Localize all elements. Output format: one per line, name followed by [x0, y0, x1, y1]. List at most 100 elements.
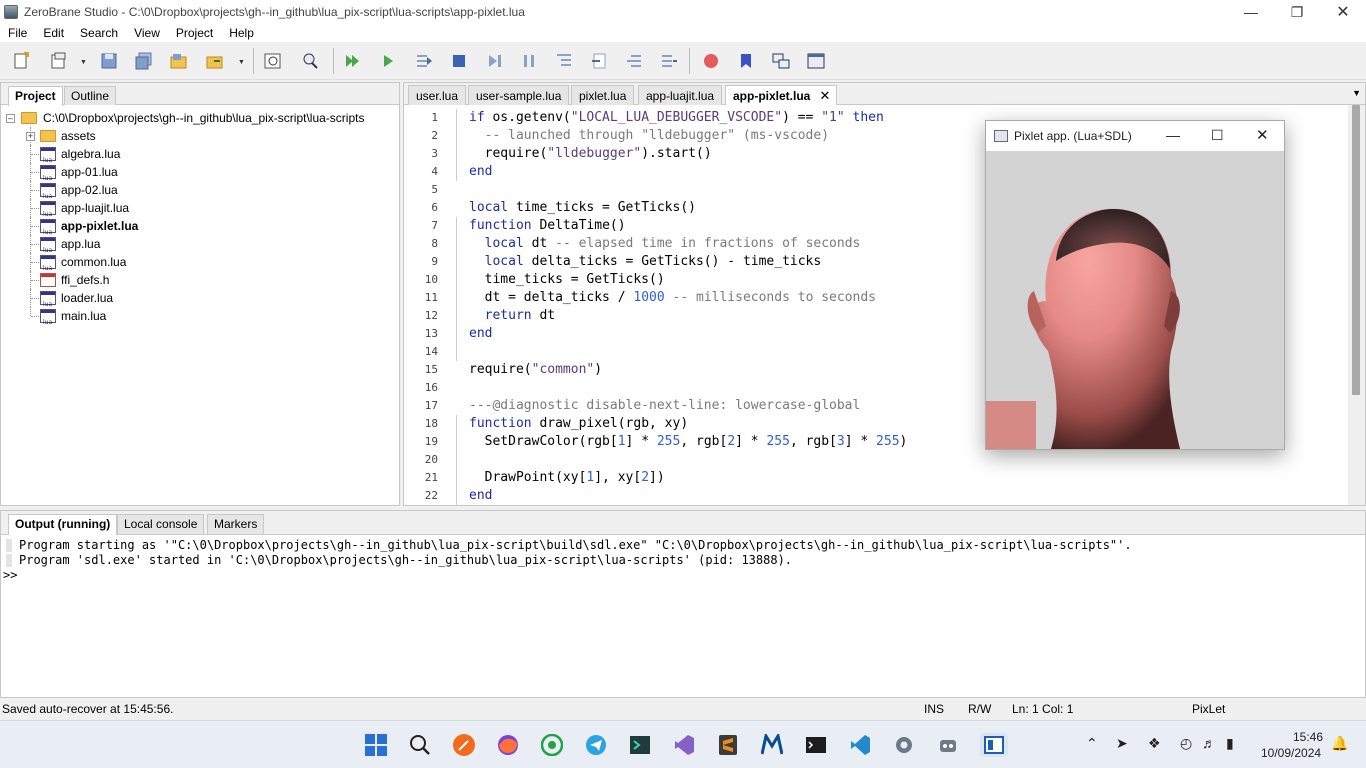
sublime-icon[interactable]: [716, 733, 740, 757]
tree-file[interactable]: lua app-luajit.lua: [1, 199, 399, 218]
save-icon[interactable]: [99, 51, 119, 71]
pause-icon[interactable]: [519, 51, 539, 71]
line-number[interactable]: 16: [404, 379, 438, 397]
pen-app-icon[interactable]: [452, 733, 476, 757]
line-number[interactable]: 4: [404, 163, 438, 181]
terminal-app-icon[interactable]: [628, 733, 652, 757]
tree-file[interactable]: ffi_defs.h: [1, 271, 399, 289]
tab-app-pixlet-lua[interactable]: app-pixlet.lua ✕: [725, 85, 838, 106]
output-text[interactable]: Program starting as '"C:\0\Dropbox\proje…: [1, 538, 1132, 583]
restore-button[interactable]: ❐: [1274, 0, 1320, 24]
minimize-button[interactable]: —: [1228, 0, 1274, 24]
tree-file-active[interactable]: lua app-pixlet.lua: [1, 217, 399, 236]
code-line[interactable]: 21 DrawPoint(xy[1], xy[2]): [404, 469, 1349, 487]
stop-icon[interactable]: [449, 51, 469, 71]
line-number[interactable]: 15: [404, 361, 438, 379]
run-to-cursor-icon[interactable]: [414, 51, 434, 71]
tree-file[interactable]: lua app-02.lua: [1, 181, 399, 200]
tab-outline[interactable]: Outline: [64, 86, 117, 105]
scrollbar-thumb[interactable]: [1352, 105, 1360, 395]
trace-icon[interactable]: [659, 51, 679, 71]
line-number[interactable]: 6: [404, 199, 438, 217]
line-number[interactable]: 7: [404, 217, 438, 235]
breakpoint-icon[interactable]: [701, 51, 721, 71]
stack-window-icon[interactable]: [771, 51, 791, 71]
line-number[interactable]: 13: [404, 325, 438, 343]
start-icon[interactable]: [364, 733, 388, 757]
open-dropdown-icon[interactable]: ▼: [80, 59, 87, 66]
tree-file[interactable]: lua app.lua: [1, 235, 399, 254]
battery-icon[interactable]: ▮: [1226, 735, 1234, 752]
search-icon[interactable]: [408, 733, 432, 757]
line-number[interactable]: 14: [404, 343, 438, 361]
line-number[interactable]: 20: [404, 451, 438, 469]
m-app-icon[interactable]: [760, 733, 784, 757]
expand-icon[interactable]: +: [26, 132, 35, 141]
line-number[interactable]: 21: [404, 469, 438, 487]
line-number[interactable]: 9: [404, 253, 438, 271]
pixlet-maximize-button[interactable]: ☐: [1211, 127, 1224, 144]
tab-app-luajit-lua[interactable]: app-luajit.lua: [638, 85, 723, 105]
line-number[interactable]: 19: [404, 433, 438, 451]
tree-file[interactable]: lua app-01.lua: [1, 163, 399, 182]
tree-file[interactable]: lua main.lua: [1, 307, 399, 326]
console-icon[interactable]: [804, 733, 828, 757]
pixlet-close-button[interactable]: ✕: [1256, 126, 1269, 144]
code-line[interactable]: 22 end: [404, 487, 1349, 505]
wifi-icon[interactable]: ◴: [1180, 735, 1192, 752]
dropbox-tray-icon[interactable]: ❖: [1148, 735, 1161, 752]
step-into-icon[interactable]: [554, 51, 574, 71]
project-directory-icon[interactable]: [169, 51, 189, 71]
step-over-icon[interactable]: [589, 51, 609, 71]
line-number[interactable]: 11: [404, 289, 438, 307]
project-dropdown-icon[interactable]: ▼: [238, 59, 245, 66]
bookmark-icon[interactable]: [736, 51, 756, 71]
clock-time[interactable]: 15:46: [1293, 730, 1323, 744]
tab-pixlet-lua[interactable]: pixlet.lua: [571, 85, 635, 105]
robot-app-icon[interactable]: [936, 733, 960, 757]
tab-local-console[interactable]: Local console: [117, 514, 205, 534]
line-number[interactable]: 22: [404, 487, 438, 505]
tray-overflow-icon[interactable]: ⌃: [1086, 735, 1098, 752]
tree-root[interactable]: – C:\0\Dropbox\projects\gh--in_github\lu…: [1, 109, 399, 127]
line-number[interactable]: 1: [404, 109, 438, 127]
find-icon[interactable]: [263, 51, 283, 71]
run-icon[interactable]: [378, 51, 398, 71]
menu-view[interactable]: View: [126, 26, 168, 40]
tab-markers[interactable]: Markers: [207, 514, 265, 534]
telegram-tray-icon[interactable]: ➤: [1116, 735, 1128, 752]
tree-file[interactable]: lua loader.lua: [1, 289, 399, 308]
menu-help[interactable]: Help: [221, 26, 262, 40]
tab-list-icon[interactable]: ▼: [1352, 88, 1361, 98]
save-all-icon[interactable]: [134, 51, 154, 71]
code-line[interactable]: 20: [404, 451, 1349, 469]
close-tab-icon[interactable]: ✕: [819, 86, 830, 106]
settings-icon[interactable]: [892, 733, 916, 757]
tree-file[interactable]: lua common.lua: [1, 253, 399, 272]
line-number[interactable]: 2: [404, 127, 438, 145]
collapse-icon[interactable]: –: [6, 114, 15, 123]
zerobrane-taskbar-icon[interactable]: [980, 733, 1008, 757]
tab-output[interactable]: Output (running): [8, 514, 118, 535]
volume-icon[interactable]: ♬: [1202, 735, 1216, 751]
tree-folder-assets[interactable]: + assets: [1, 127, 399, 145]
telegram-icon[interactable]: [584, 733, 608, 757]
console-prompt[interactable]: >>: [1, 568, 1132, 583]
line-number[interactable]: 17: [404, 397, 438, 415]
firefox-icon[interactable]: [496, 733, 520, 757]
vscode-icon[interactable]: [848, 733, 872, 757]
line-number[interactable]: 18: [404, 415, 438, 433]
clock-date[interactable]: 10/09/2024: [1261, 746, 1321, 760]
break-icon[interactable]: [484, 51, 504, 71]
find-in-files-icon[interactable]: [300, 51, 320, 71]
step-out-icon[interactable]: [624, 51, 644, 71]
line-number[interactable]: 8: [404, 235, 438, 253]
notifications-icon[interactable]: 🔔: [1331, 735, 1348, 752]
tab-user-lua[interactable]: user.lua: [408, 85, 467, 105]
menu-search[interactable]: Search: [72, 26, 126, 40]
editor-scrollbar[interactable]: [1348, 105, 1365, 505]
whatsapp-icon[interactable]: [540, 733, 564, 757]
menu-edit[interactable]: Edit: [35, 26, 72, 40]
menu-project[interactable]: Project: [168, 26, 221, 40]
line-number[interactable]: 5: [404, 181, 438, 199]
